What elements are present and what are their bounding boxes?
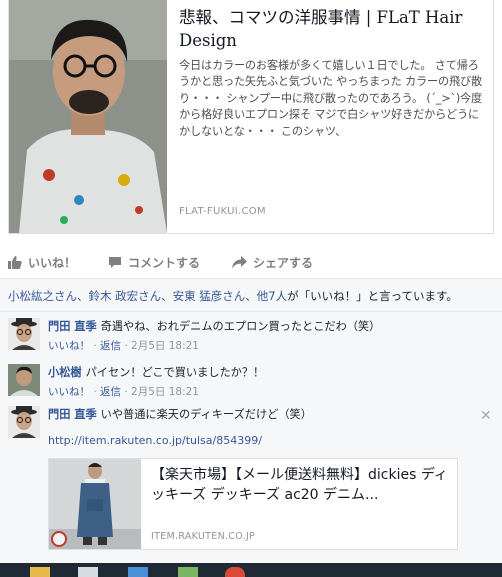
comment-like-link[interactable]: いいね！ xyxy=(48,340,90,352)
comment-author[interactable]: 門田 直季 xyxy=(48,408,97,421)
app-icon[interactable] xyxy=(178,567,198,577)
folder-icon[interactable] xyxy=(30,567,50,577)
share-arrow-icon xyxy=(232,255,247,268)
comment-item: 門田 直季 奇遇やね、おれデニムのエプロン買ったとこだわ（笑） いいね！ · 返信… xyxy=(8,318,494,358)
shared-link-domain: FLAT-FUKUI.COM xyxy=(179,206,266,217)
link-preview-photo[interactable] xyxy=(49,459,141,549)
comment-author[interactable]: 門田 直季 xyxy=(48,320,97,333)
post-card: 悲報、コマツの洋服事情 | FLaT Hair Design 今日はカラーのお客… xyxy=(0,0,502,563)
store-icon[interactable] xyxy=(78,567,98,577)
avatar[interactable] xyxy=(8,364,40,396)
comments-section: 門田 直季 奇遇やね、おれデニムのエプロン買ったとこだわ（笑） いいね！ · 返信… xyxy=(0,312,502,563)
comment-text: 奇遇やね、おれデニムのエプロン買ったとこだわ（笑） xyxy=(100,320,381,333)
comment-icon xyxy=(109,256,121,268)
link-preview-card[interactable]: 【楽天市場】【メール便送料無料】dickies ディッキーズ デッキーズ ac2… xyxy=(48,458,458,550)
post-actions-bar: いいね！ コメントする シェアする xyxy=(0,248,502,278)
app-icon[interactable] xyxy=(128,567,148,577)
comment-meta: いいね！ · 返信 · 2月5日 18:21 xyxy=(48,386,199,398)
like-button[interactable]: いいね！ xyxy=(8,248,76,276)
browser-icon[interactable] xyxy=(225,567,245,577)
thumbs-up-icon xyxy=(8,255,22,269)
comment-reply-link[interactable]: 返信 xyxy=(100,386,121,398)
close-icon[interactable]: ✕ xyxy=(480,408,492,424)
avatar[interactable] xyxy=(8,406,40,438)
comment-timestamp[interactable]: 2月5日 18:21 xyxy=(131,340,199,352)
comment-url-link[interactable]: http://item.rakuten.co.jp/tulsa/854399/ xyxy=(48,434,262,447)
shared-link-description: 今日はカラーのお客様が多くて嬉しい１日でした。 さて帰ろうかと思った矢先ふと気づ… xyxy=(179,59,482,138)
comment-reply-link[interactable]: 返信 xyxy=(100,340,121,352)
comment-timestamp[interactable]: 2月5日 18:21 xyxy=(131,386,199,398)
comment-text: いや普通に楽天のディキーズだけど（笑） xyxy=(100,408,312,421)
comment-button[interactable]: コメントする xyxy=(108,248,200,276)
comment-text: パイセン！どこで買いましたか？！ xyxy=(85,366,265,379)
share-button-label: シェアする xyxy=(253,255,314,270)
avatar[interactable] xyxy=(8,318,40,350)
link-preview-domain: ITEM.RAKUTEN.CO.JP xyxy=(151,531,256,542)
comment-button-label: コメントする xyxy=(128,255,201,270)
like-button-label: いいね！ xyxy=(28,255,77,270)
shared-link-card[interactable]: 悲報、コマツの洋服事情 | FLaT Hair Design 今日はカラーのお客… xyxy=(8,0,494,234)
link-preview-title[interactable]: 【楽天市場】【メール便送料無料】dickies ディッキーズ デッキーズ ac2… xyxy=(151,465,451,505)
likers-link[interactable]: 小松紘之さん、鈴木 政宏さん、安東 猛彦さん、他7人 xyxy=(8,289,287,303)
comment-like-link[interactable]: いいね！ xyxy=(48,386,90,398)
comment-item: 小松樹 パイセン！どこで買いましたか？！ いいね！ · 返信 · 2月5日 18:… xyxy=(8,364,494,404)
likes-summary-suffix: が「いいね！」と言っています。 xyxy=(287,289,458,303)
shared-link-title[interactable]: 悲報、コマツの洋服事情 | FLaT Hair Design xyxy=(179,6,487,52)
comment-meta: いいね！ · 返信 · 2月5日 18:21 xyxy=(48,340,199,352)
likes-summary: 小松紘之さん、鈴木 政宏さん、安東 猛彦さん、他7人が「いいね！」と言っています… xyxy=(0,278,502,312)
comment-author[interactable]: 小松樹 xyxy=(48,366,82,379)
taskbar xyxy=(0,563,502,577)
share-button[interactable]: シェアする xyxy=(232,248,313,276)
shared-link-photo[interactable] xyxy=(9,0,167,233)
